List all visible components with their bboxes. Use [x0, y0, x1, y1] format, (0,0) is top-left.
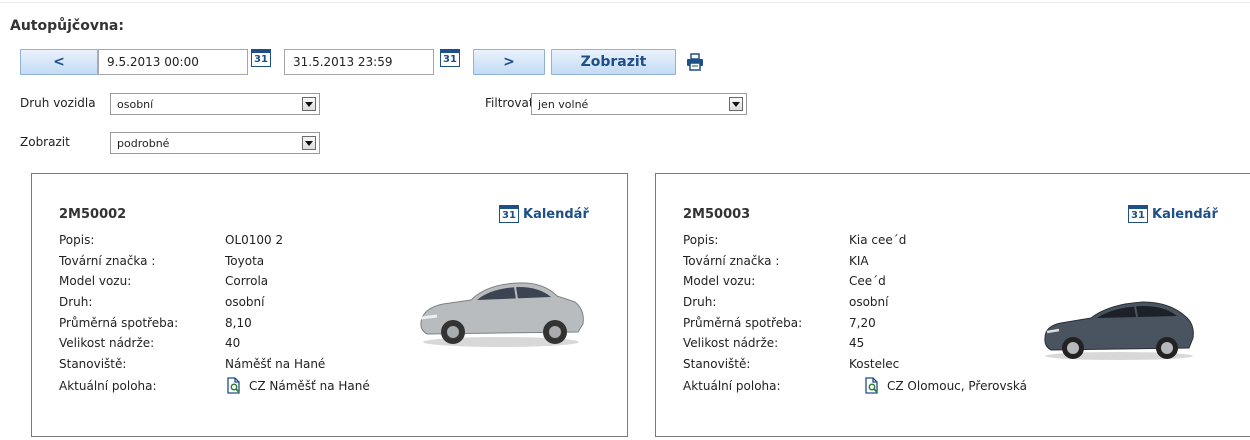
date-to-input[interactable]: 31.5.2013 23:59: [284, 49, 434, 75]
station-value: Náměšť na Hané: [225, 357, 326, 371]
calendar-link-label: Kalendář: [1152, 206, 1218, 222]
vehicle-type-label: Druh vozidla: [20, 96, 96, 110]
popis-label: Popis:: [59, 233, 95, 247]
next-period-button[interactable]: >: [473, 49, 545, 75]
date-from-input[interactable]: 9.5.2013 00:00: [98, 49, 248, 75]
consumption-label: Průměrná spotřeba:: [59, 316, 179, 330]
consumption-value: 8,10: [225, 316, 252, 330]
calendar-icon: 31: [499, 205, 519, 223]
model-value: Corrola: [225, 274, 269, 288]
calendar-link-label: Kalendář: [523, 206, 589, 222]
calendar-link[interactable]: 31 Kalendář: [499, 205, 589, 223]
calendar-icon: 31: [1128, 205, 1148, 223]
tank-value: 40: [225, 336, 241, 350]
page-title: Autopůjčovna:: [10, 18, 124, 34]
tank-label: Velikost nádrže:: [59, 336, 155, 350]
location-label: Aktuální poloha:: [683, 379, 781, 393]
consumption-value: 7,20: [849, 316, 876, 330]
station-label: Stanoviště:: [59, 357, 127, 371]
map-search-icon: [227, 377, 240, 394]
display-mode-label: Zobrazit: [20, 135, 70, 149]
display-mode-select[interactable]: podrobné: [110, 132, 320, 154]
printer-icon[interactable]: [686, 53, 704, 71]
type-value: osobní: [849, 295, 889, 309]
model-label: Model vozu:: [59, 274, 132, 288]
chevron-down-icon: [729, 97, 743, 111]
location-value: CZ Náměšť na Hané: [249, 379, 370, 393]
show-button[interactable]: Zobrazit: [551, 49, 676, 75]
brand-label: Tovární značka :: [683, 254, 780, 268]
type-label: Druh:: [59, 295, 93, 309]
station-value: Kostelec: [849, 357, 900, 371]
display-mode-value: podrobné: [117, 136, 170, 150]
vehicle-type-select[interactable]: osobní: [110, 93, 320, 115]
model-value: Cee´d: [849, 274, 886, 288]
filter-value: jen volné: [538, 97, 589, 111]
popis-value: OL0100 2: [225, 233, 284, 247]
vehicle-card: 2M50003 31 Kalendář Popis: Kia cee´d Tov…: [655, 173, 1250, 437]
brand-value: Toyota: [225, 254, 265, 268]
location-label: Aktuální poloha:: [59, 379, 157, 393]
brand-label: Tovární značka :: [59, 254, 156, 268]
popis-label: Popis:: [683, 233, 719, 247]
vehicle-code: 2M50002: [59, 207, 127, 222]
location-link[interactable]: CZ Náměšť na Hané: [225, 377, 370, 395]
vehicle-type-value: osobní: [117, 97, 154, 111]
date-from-calendar-icon[interactable]: 31: [251, 49, 271, 67]
top-divider: [0, 2, 1250, 3]
map-search-icon: [865, 377, 878, 394]
type-label: Druh:: [683, 295, 717, 309]
filter-label: Filtrovat: [485, 96, 534, 110]
vehicle-code: 2M50003: [683, 207, 751, 222]
filter-select[interactable]: jen volné: [531, 93, 747, 115]
tank-label: Velikost nádrže:: [683, 336, 779, 350]
brand-value: KIA: [849, 254, 869, 268]
popis-value: Kia cee´d: [849, 233, 907, 247]
type-value: osobní: [225, 295, 265, 309]
tank-value: 45: [849, 336, 865, 350]
vehicle-card: 2M50002 31 Kalendář Popis: OL0100 2 Tová…: [31, 173, 628, 437]
chevron-down-icon: [302, 136, 316, 150]
calendar-link[interactable]: 31 Kalendář: [1128, 205, 1218, 223]
car-image: [1044, 301, 1194, 360]
previous-period-button[interactable]: <: [20, 49, 98, 75]
consumption-label: Průměrná spotřeba:: [683, 316, 803, 330]
date-to-calendar-icon[interactable]: 31: [440, 49, 460, 67]
car-image: [420, 282, 584, 347]
station-label: Stanoviště:: [683, 357, 751, 371]
location-value: CZ Olomouc, Přerovská: [887, 379, 1027, 393]
chevron-down-icon: [302, 97, 316, 111]
location-link[interactable]: CZ Olomouc, Přerovská: [863, 377, 1027, 395]
model-label: Model vozu:: [683, 274, 756, 288]
